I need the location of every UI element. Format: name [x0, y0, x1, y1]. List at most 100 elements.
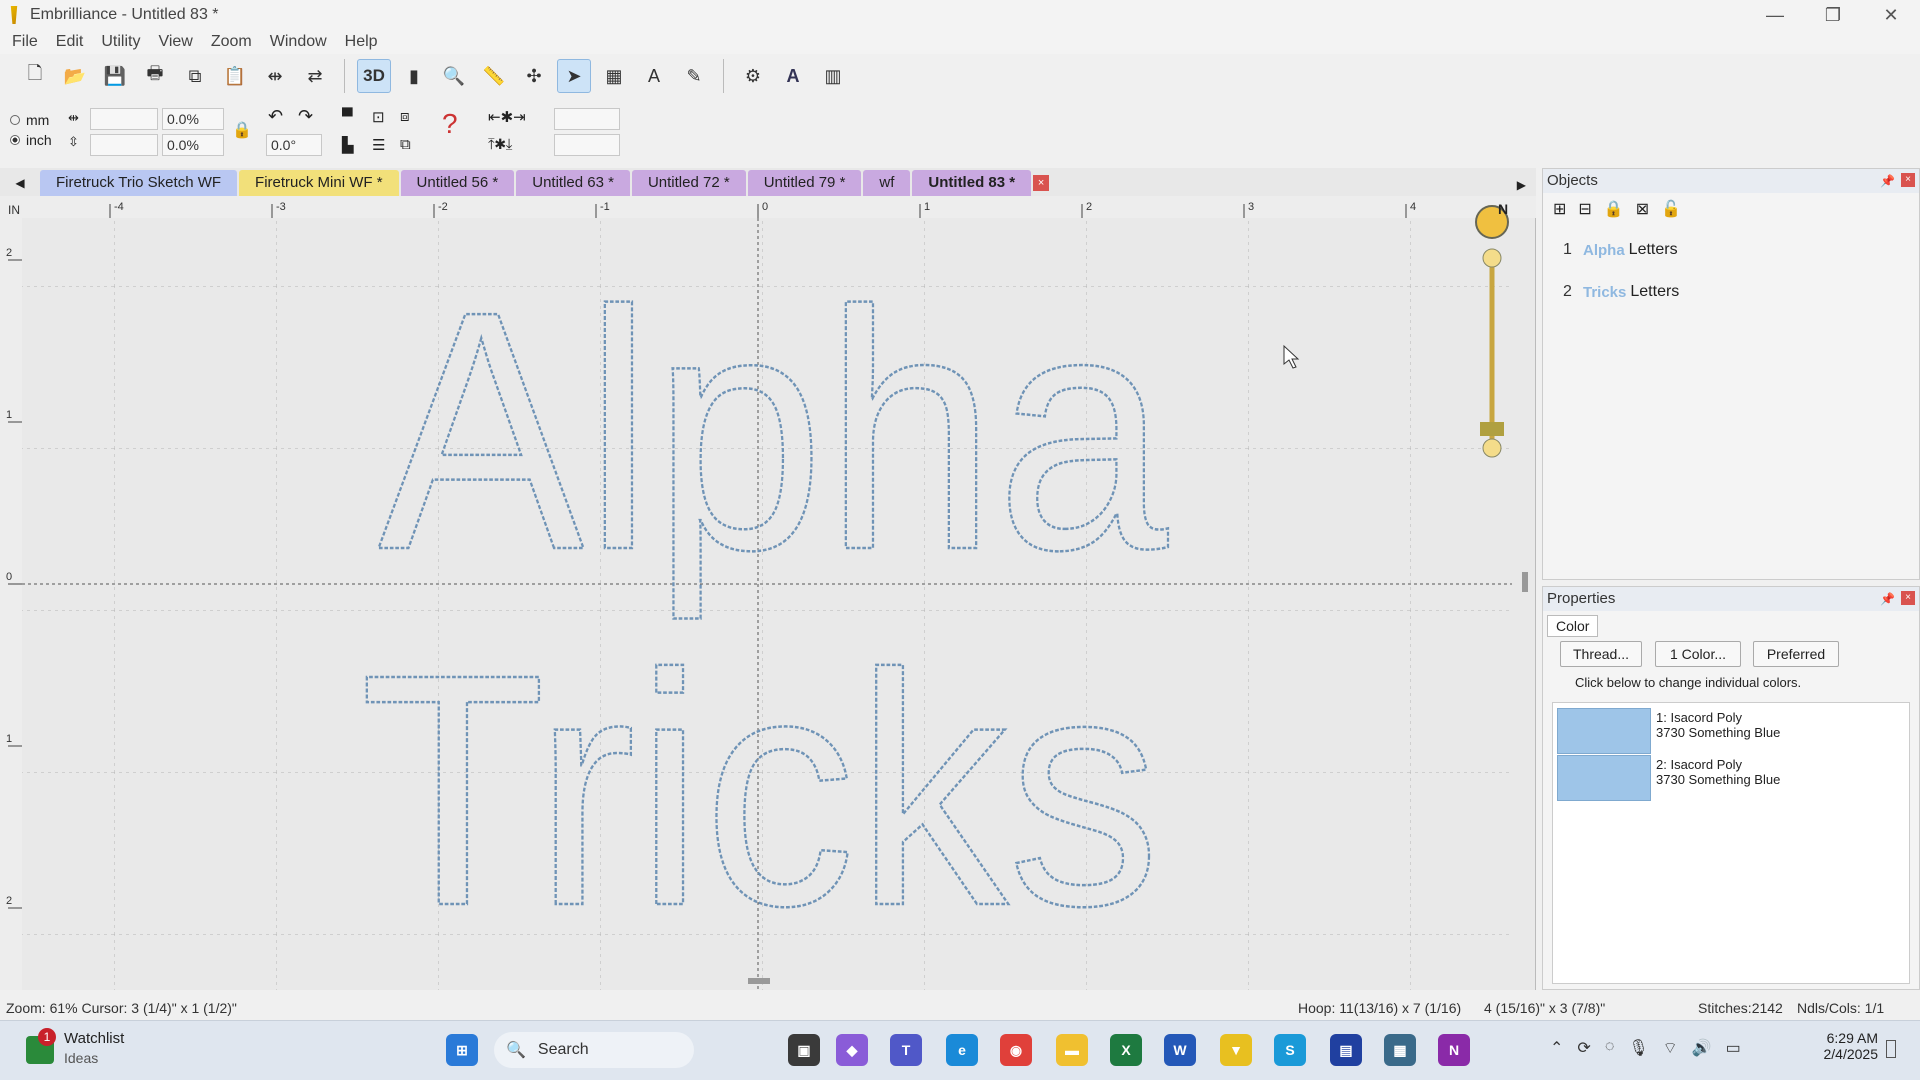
group-objects-icon[interactable]: ⊞ [1553, 199, 1566, 219]
menu-window[interactable]: Window [270, 33, 327, 51]
tab-scroll-left-icon[interactable]: ◀ [0, 170, 40, 196]
menu-utility[interactable]: Utility [101, 33, 140, 51]
list-icon[interactable]: ☰ [372, 136, 385, 154]
spacing-v-input[interactable] [554, 134, 620, 156]
tab-color[interactable]: Color [1547, 615, 1599, 637]
design-text-tricks[interactable]: Tricks [359, 604, 1162, 976]
ungroup-objects-icon[interactable]: ⊟ [1578, 199, 1591, 219]
close-button[interactable]: ✕ [1862, 0, 1920, 30]
task-view-icon[interactable]: ▣ [788, 1034, 820, 1066]
print-icon[interactable]: 🖶 [138, 59, 172, 93]
select-pointer-icon[interactable]: ➤ [557, 59, 591, 93]
vertical-scrollbar-thumb[interactable] [1522, 572, 1528, 592]
space-horizontal-icon[interactable]: ⇤✱⇥ [488, 108, 526, 126]
color-entry-2[interactable]: 2: Isacord Poly 3730 Something Blue [1656, 757, 1780, 787]
sync-icon[interactable]: ⟳ [1577, 1038, 1590, 1058]
3d-view-icon[interactable]: 3D [357, 59, 391, 93]
tab-document[interactable]: Untitled 72 * [631, 170, 746, 196]
node-edit-icon[interactable]: ✎ [677, 59, 711, 93]
menu-help[interactable]: Help [345, 33, 378, 51]
unit-mm-radio[interactable]: mm [10, 112, 49, 128]
lock-icon[interactable]: 🔒 [1604, 199, 1624, 219]
show-desktop-icon[interactable] [1886, 1040, 1896, 1058]
magnify-icon[interactable]: 🔍 [437, 59, 471, 93]
mirror-icon[interactable]: ⇄ [298, 59, 332, 93]
space-vertical-icon[interactable]: ⤒✱⤓ [488, 136, 512, 153]
center-icon[interactable]: ⊡ [372, 108, 385, 126]
color-swatch[interactable] [1557, 755, 1651, 801]
zoom-slider-thumb[interactable] [1480, 422, 1504, 436]
zoom-out-icon[interactable] [1482, 438, 1502, 458]
help-question-icon[interactable]: ? [442, 108, 458, 140]
align-top-icon[interactable]: ▀ [342, 108, 353, 125]
width-percent-input[interactable]: 0.0% [162, 108, 224, 130]
edge-icon[interactable]: e [946, 1034, 978, 1066]
flip-horizontal-icon[interactable]: ⇹ [258, 59, 292, 93]
tab-document[interactable]: Firetruck Trio Sketch WF [40, 170, 238, 196]
menu-view[interactable]: View [158, 33, 192, 51]
pin-icon[interactable]: 📌 [1880, 587, 1895, 611]
canvas-svg[interactable]: IN -4 -3 -2 -1 0 1 2 3 4 2 1 0 1 2 Alpha Tricks N [0, 196, 1536, 990]
rotate-left-icon[interactable]: ↶ [268, 106, 283, 127]
excel-icon[interactable]: X [1110, 1034, 1142, 1066]
zoom-in-icon[interactable] [1482, 248, 1502, 268]
height-percent-input[interactable]: 0.0% [162, 134, 224, 156]
skype-icon[interactable]: S [1274, 1034, 1306, 1066]
settings-icon[interactable]: ⚙ [736, 59, 770, 93]
preferred-button[interactable]: Preferred [1753, 641, 1839, 667]
unlock-icon[interactable]: 🔓 [1661, 199, 1681, 219]
design-canvas[interactable]: IN -4 -3 -2 -1 0 1 2 3 4 2 1 0 1 2 Alpha Tricks N [0, 196, 1536, 990]
taskbar-search[interactable]: 🔍 Search [494, 1032, 694, 1068]
tab-document[interactable]: Untitled 79 * [747, 170, 862, 196]
close-tab-icon[interactable]: × [1033, 175, 1050, 191]
tab-document-active[interactable]: Untitled 83 * [912, 170, 1032, 196]
windows-start-icon[interactable]: ⊞ [446, 1034, 478, 1066]
thread-button[interactable]: Thread... [1560, 641, 1642, 667]
save-icon[interactable]: 💾 [98, 59, 132, 93]
calculator-icon[interactable]: ▦ [1384, 1034, 1416, 1066]
object-item[interactable]: 1 Alpha Letters [1563, 241, 1678, 259]
height-input[interactable] [90, 134, 158, 156]
color-swatch[interactable] [1557, 708, 1651, 754]
rotate-right-icon[interactable]: ↷ [298, 106, 313, 127]
color-bars-icon[interactable]: ▮ [397, 59, 431, 93]
close-panel-icon[interactable]: × [1901, 591, 1915, 605]
menu-file[interactable]: File [12, 33, 38, 51]
rotation-input[interactable]: 0.0° [266, 134, 322, 156]
object-item[interactable]: 2 Tricks Letters [1563, 283, 1679, 301]
hoop-icon[interactable]: ▦ [597, 59, 631, 93]
watchlist-title[interactable]: Watchlist [64, 1030, 124, 1047]
design-text-alpha[interactable]: Alpha [377, 240, 1171, 624]
microphone-icon[interactable]: 🎙 [1628, 1038, 1648, 1058]
color-entry-1[interactable]: 1: Isacord Poly 3730 Something Blue [1656, 710, 1780, 740]
volume-icon[interactable]: 🔊 [1692, 1038, 1712, 1058]
one-color-button[interactable]: 1 Color... [1655, 641, 1741, 667]
copy-icon[interactable]: ⧉ [178, 59, 212, 93]
store-icon[interactable]: ▤ [1330, 1034, 1362, 1066]
battery-icon[interactable]: ▭ [1726, 1038, 1741, 1058]
onenote-icon[interactable]: N [1438, 1034, 1470, 1066]
stitch-player-icon[interactable]: ✣ [517, 59, 551, 93]
menu-zoom[interactable]: Zoom [211, 33, 252, 51]
tab-scroll-right-icon[interactable]: ▶ [1517, 178, 1526, 192]
file-explorer-icon[interactable]: ▬ [1056, 1034, 1088, 1066]
chevron-up-icon[interactable]: ⌃ [1550, 1038, 1563, 1058]
open-folder-icon[interactable]: 📂 [58, 59, 92, 93]
minimize-button[interactable]: — [1746, 0, 1804, 30]
network-icon[interactable]: ◌ [1605, 1038, 1615, 1058]
chrome-icon[interactable]: ◉ [1000, 1034, 1032, 1066]
embrilliance-icon[interactable]: ▼ [1220, 1034, 1252, 1066]
tab-document[interactable]: wf [863, 170, 911, 196]
group-icon[interactable]: ⧉ [400, 136, 411, 153]
tab-document[interactable]: Untitled 63 * [516, 170, 630, 196]
lock-aspect-icon[interactable]: 🔒 [232, 120, 252, 140]
align-bottom-icon[interactable]: ▙ [342, 136, 354, 154]
paste-icon[interactable]: 📋 [218, 59, 252, 93]
spool-icon[interactable]: ▥ [816, 59, 850, 93]
tab-document[interactable]: Firetruck Mini WF * [239, 170, 399, 196]
new-file-icon[interactable]: 🗋 [18, 59, 52, 93]
teams-icon[interactable]: T [890, 1034, 922, 1066]
fit-icon[interactable]: ⧈ [400, 108, 410, 125]
menu-edit[interactable]: Edit [56, 33, 84, 51]
lettering-icon[interactable]: A [776, 59, 810, 93]
